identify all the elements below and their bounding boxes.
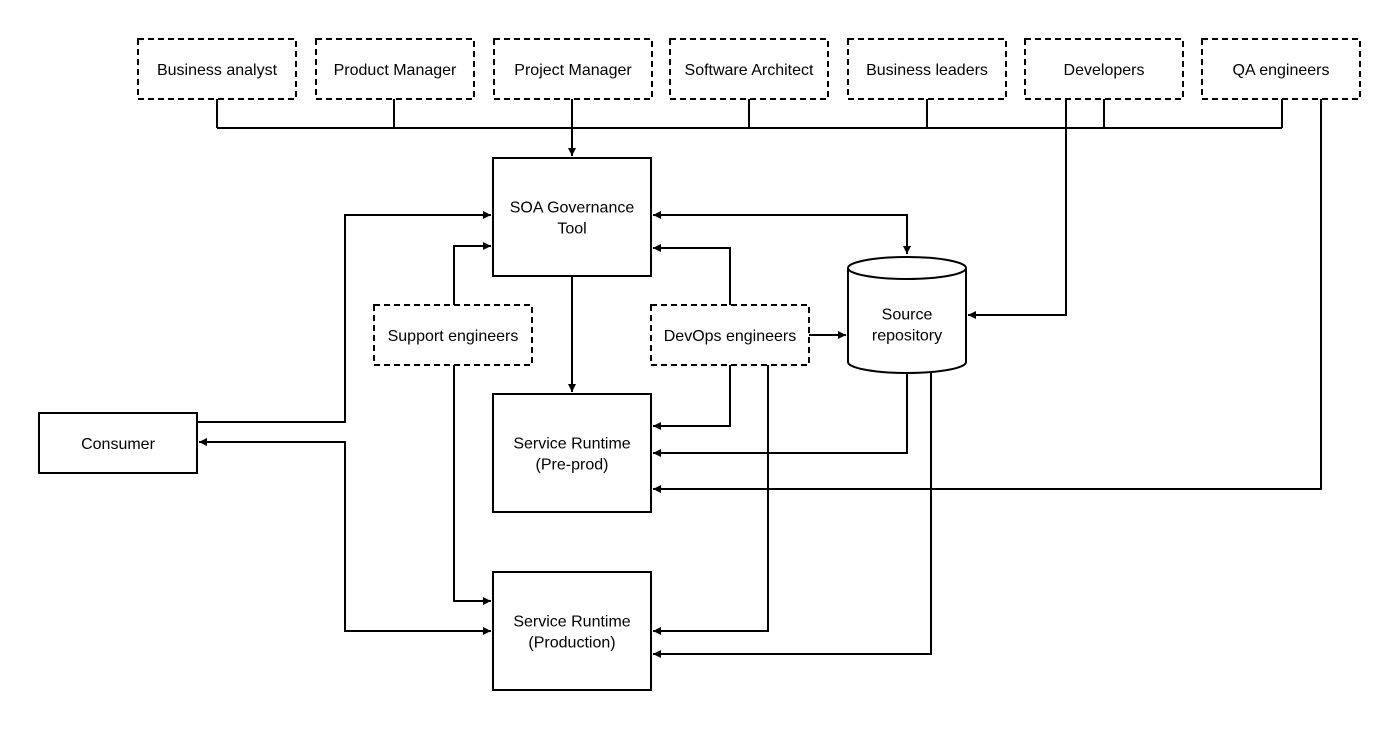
role-product-manager[interactable]: Product Manager [315,38,475,100]
edge-repo-to-production [653,373,932,658]
role-label: Developers [1064,62,1145,79]
node-preprod[interactable]: Service Runtime (Pre-prod) [492,393,652,513]
node-devops[interactable]: DevOps engineers [650,304,810,366]
node-soa-tool-label: SOA Governance [510,200,635,217]
role-developers[interactable]: Developers [1024,38,1184,100]
edge-support-to-production [453,365,491,605]
role-label: Business analyst [157,62,278,79]
edge-support-to-soa-tool [453,242,491,305]
edge-devops-to-soa-tool [653,244,731,305]
role-label: QA engineers [1233,62,1330,79]
node-soa-tool[interactable]: SOA Governance Tool [492,157,652,277]
role-business-leaders[interactable]: Business leaders [847,38,1007,100]
node-production-label: (Production) [528,635,615,652]
node-box [492,393,652,513]
role-software-architect[interactable]: Software Architect [669,38,829,100]
edge-qa-to-preprod [653,99,1322,493]
role-business-analyst[interactable]: Business analyst [137,38,297,100]
edge-devops-to-production [653,365,769,635]
role-qa-engineers[interactable]: QA engineers [1201,38,1361,100]
node-production-label: Service Runtime [513,614,630,631]
node-consumer[interactable]: Consumer [38,412,198,474]
node-box [492,157,652,277]
node-production[interactable]: Service Runtime (Production) [492,571,652,691]
edge-devops-to-preprod [653,365,731,430]
role-label: Software Architect [685,62,815,79]
node-preprod-label: Service Runtime [513,436,630,453]
node-consumer-label: Consumer [81,436,155,453]
node-repo-label: Source [882,307,933,324]
node-box [492,571,652,691]
edges-layer [197,99,1322,658]
node-repo-label: repository [872,328,942,345]
node-devops-label: DevOps engineers [664,328,797,345]
node-support[interactable]: Support engineers [373,304,533,366]
node-soa-tool-label: Tool [557,221,586,238]
edge-repo-to-preprod [653,373,908,457]
nodes-layer: Business analyst Product Manager Project M… [38,38,1361,691]
node-support-label: Support engineers [388,328,519,345]
role-label: Business leaders [866,62,988,79]
soa-governance-diagram: Business analyst Product Manager Project M… [38,38,1361,691]
node-preprod-label: (Pre-prod) [536,457,609,474]
role-label: Project Manager [514,62,632,79]
role-project-manager[interactable]: Project Manager [493,38,653,100]
role-label: Product Manager [334,62,457,79]
edge-consumer-production [199,438,491,635]
edge-developers-to-repo [968,99,1067,319]
node-repo[interactable]: Source repository [847,256,967,374]
